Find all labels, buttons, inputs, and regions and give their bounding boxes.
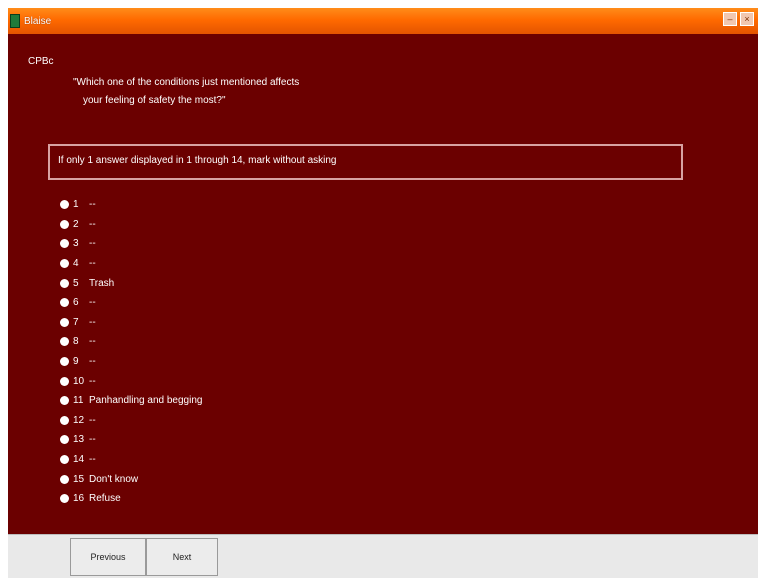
option-number: 14 bbox=[73, 454, 85, 466]
answer-options: 1 -- 2 -- 3 -- 4 -- 5 Trash 6 -- 7 -- 8 -- 9 -- 1… bbox=[60, 195, 202, 509]
radio-button-icon[interactable] bbox=[60, 435, 69, 445]
question-panel: CPBc "Which one of the conditions just m… bbox=[8, 34, 758, 534]
option-label: -- bbox=[89, 414, 96, 426]
answer-option-2[interactable]: 2 -- bbox=[60, 215, 202, 235]
question-text-line1: "Which one of the conditions just mentio… bbox=[73, 77, 300, 88]
radio-button-icon[interactable] bbox=[60, 219, 69, 229]
radio-button-icon[interactable] bbox=[60, 494, 69, 504]
option-label: -- bbox=[89, 434, 96, 446]
option-label: -- bbox=[89, 375, 96, 387]
window-controls: – × bbox=[723, 12, 754, 26]
close-icon[interactable]: × bbox=[740, 12, 754, 26]
window-title: Blaise bbox=[24, 15, 52, 27]
option-number: 2 bbox=[73, 218, 79, 230]
option-number: 7 bbox=[73, 316, 79, 328]
option-label: -- bbox=[89, 454, 96, 466]
radio-button-icon[interactable] bbox=[60, 357, 69, 367]
option-label: -- bbox=[89, 199, 96, 211]
answer-option-13[interactable]: 13 -- bbox=[60, 430, 202, 450]
radio-button-icon[interactable] bbox=[60, 396, 69, 406]
option-number: 9 bbox=[73, 356, 79, 368]
minimize-icon[interactable]: – bbox=[723, 12, 737, 26]
answer-option-3[interactable]: 3 -- bbox=[60, 234, 202, 254]
radio-button-icon[interactable] bbox=[60, 200, 69, 210]
radio-button-icon[interactable] bbox=[60, 376, 69, 386]
answer-option-14[interactable]: 14 -- bbox=[60, 450, 202, 470]
option-number: 13 bbox=[73, 434, 85, 446]
question-text: "Which one of the conditions just mentio… bbox=[73, 74, 299, 110]
option-number: 15 bbox=[73, 473, 85, 485]
answer-option-16[interactable]: 16 Refuse bbox=[60, 489, 202, 509]
survey-window: Blaise – × CPBc "Which one of the condit… bbox=[8, 8, 758, 578]
question-id: CPBc bbox=[28, 56, 54, 67]
radio-button-icon[interactable] bbox=[60, 259, 69, 269]
radio-button-icon[interactable] bbox=[60, 415, 69, 425]
radio-button-icon[interactable] bbox=[60, 239, 69, 249]
option-number: 5 bbox=[73, 277, 79, 289]
option-label: -- bbox=[89, 316, 96, 328]
answer-option-10[interactable]: 10 -- bbox=[60, 371, 202, 391]
answer-option-9[interactable]: 9 -- bbox=[60, 352, 202, 372]
option-label: -- bbox=[89, 336, 96, 348]
radio-button-icon[interactable] bbox=[60, 317, 69, 327]
option-label: -- bbox=[89, 356, 96, 368]
radio-button-icon[interactable] bbox=[60, 298, 69, 308]
answer-option-8[interactable]: 8 -- bbox=[60, 332, 202, 352]
answer-option-6[interactable]: 6 -- bbox=[60, 293, 202, 313]
answer-option-15[interactable]: 15 Don't know bbox=[60, 469, 202, 489]
answer-option-7[interactable]: 7 -- bbox=[60, 313, 202, 333]
option-label: Don't know bbox=[89, 473, 139, 485]
instruction-text: If only 1 answer displayed in 1 through … bbox=[58, 155, 337, 166]
answer-option-5[interactable]: 5 Trash bbox=[60, 273, 202, 293]
option-label: Panhandling and begging bbox=[89, 395, 203, 407]
next-button[interactable]: Next bbox=[146, 538, 218, 576]
app-icon bbox=[10, 14, 20, 28]
option-number: 10 bbox=[73, 375, 85, 387]
option-number: 1 bbox=[73, 199, 79, 211]
radio-button-icon[interactable] bbox=[60, 474, 69, 484]
option-label: -- bbox=[89, 238, 96, 250]
previous-button[interactable]: Previous bbox=[70, 538, 146, 576]
option-label: -- bbox=[89, 258, 96, 270]
option-label: -- bbox=[89, 218, 96, 230]
option-number: 4 bbox=[73, 258, 79, 270]
instruction-box: If only 1 answer displayed in 1 through … bbox=[48, 144, 683, 180]
navigation-bar: Previous Next bbox=[8, 534, 758, 578]
option-number: 6 bbox=[73, 297, 79, 309]
option-number: 16 bbox=[73, 493, 85, 505]
option-label: Trash bbox=[89, 277, 115, 289]
option-number: 11 bbox=[73, 395, 84, 407]
option-label: Refuse bbox=[89, 493, 121, 505]
option-label: -- bbox=[89, 297, 96, 309]
answer-option-11[interactable]: 11 Panhandling and begging bbox=[60, 391, 202, 411]
radio-button-icon[interactable] bbox=[60, 337, 69, 347]
answer-option-12[interactable]: 12 -- bbox=[60, 411, 202, 431]
radio-button-icon[interactable] bbox=[60, 455, 69, 465]
option-number: 8 bbox=[73, 336, 79, 348]
option-number: 12 bbox=[73, 414, 85, 426]
title-bar: Blaise – × bbox=[8, 8, 758, 34]
question-text-line2: your feeling of safety the most?" bbox=[83, 95, 226, 106]
option-number: 3 bbox=[73, 238, 79, 250]
answer-option-1[interactable]: 1 -- bbox=[60, 195, 202, 215]
radio-button-icon[interactable] bbox=[60, 278, 69, 288]
answer-option-4[interactable]: 4 -- bbox=[60, 254, 202, 274]
